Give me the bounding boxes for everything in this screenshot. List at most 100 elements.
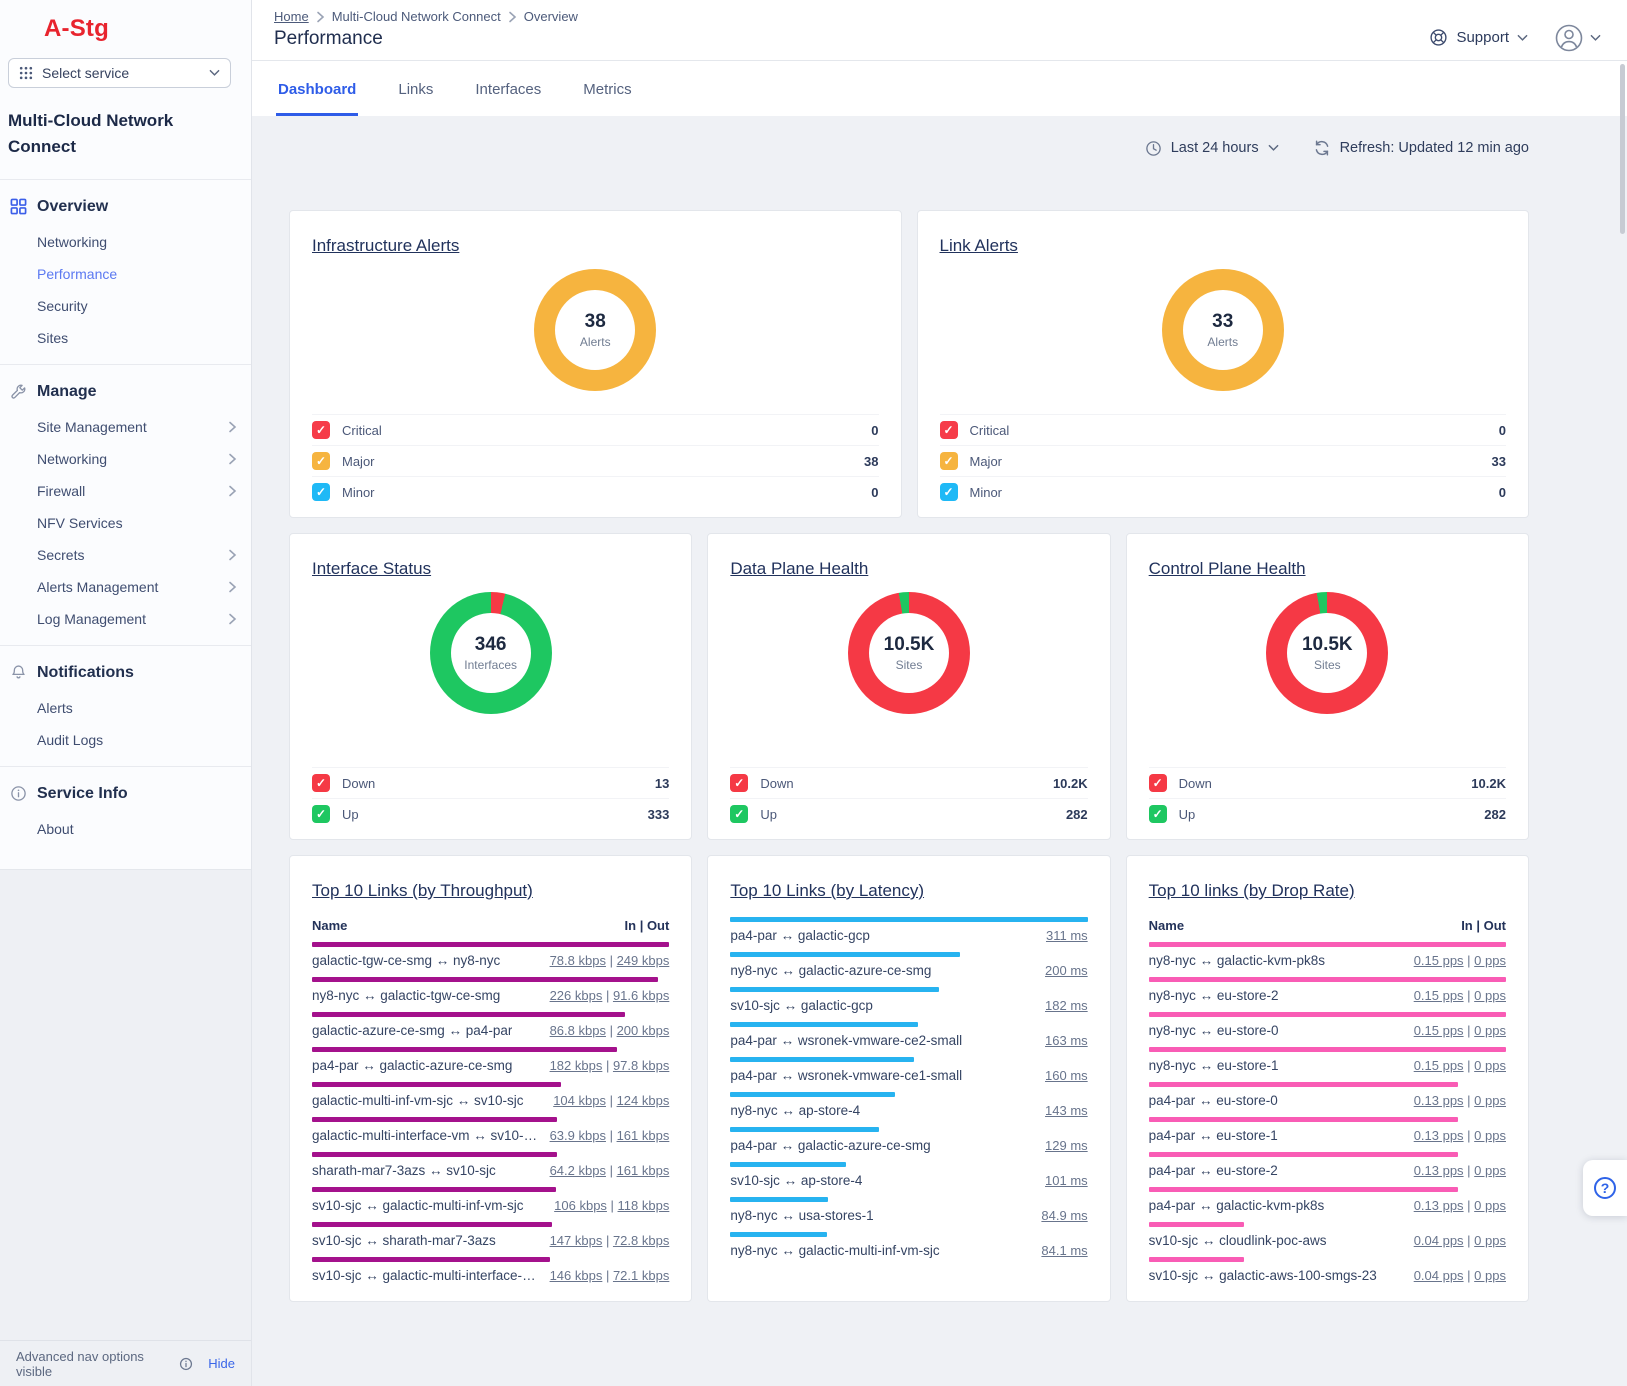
select-service-dropdown[interactable]: Select service (8, 58, 231, 88)
legend-checkbox[interactable]: ✓ (730, 774, 748, 792)
help-button[interactable]: ? (1583, 1160, 1627, 1216)
out-value-link[interactable]: 0 pps (1474, 953, 1506, 968)
legend-checkbox[interactable]: ✓ (1149, 805, 1167, 823)
in-value-link[interactable]: 0.04 pps (1414, 1233, 1464, 1248)
scrollbar-thumb[interactable] (1620, 64, 1625, 234)
in-value-link[interactable]: 86.8 kbps (550, 1023, 606, 1038)
legend-checkbox[interactable]: ✓ (1149, 774, 1167, 792)
legend-checkbox[interactable]: ✓ (312, 452, 330, 470)
out-value-link[interactable]: 0 pps (1474, 1023, 1506, 1038)
card-title-link[interactable]: Infrastructure Alerts (312, 236, 459, 256)
out-value-link[interactable]: 124 kbps (617, 1093, 670, 1108)
in-value-link[interactable]: 182 kbps (550, 1058, 603, 1073)
value-link[interactable]: 160 ms (1045, 1068, 1088, 1083)
sidebar-section-header-manage[interactable]: Manage (0, 371, 251, 411)
in-value-link[interactable]: 0.15 pps (1414, 1023, 1464, 1038)
in-value-link[interactable]: 106 kbps (554, 1198, 607, 1213)
sidebar-item-secrets[interactable]: Secrets (0, 539, 251, 571)
in-value-link[interactable]: 0.15 pps (1414, 1058, 1464, 1073)
time-range-picker[interactable]: Last 24 hours (1145, 140, 1279, 157)
out-value-link[interactable]: 161 kbps (617, 1163, 670, 1178)
value-link[interactable]: 84.1 ms (1041, 1243, 1087, 1258)
in-value-link[interactable]: 0.15 pps (1414, 953, 1464, 968)
in-value-link[interactable]: 0.13 pps (1414, 1163, 1464, 1178)
in-value-link[interactable]: 226 kbps (550, 988, 603, 1003)
sidebar-item-networking[interactable]: Networking (0, 443, 251, 475)
card-title-link[interactable]: Data Plane Health (730, 559, 868, 579)
out-value-link[interactable]: 91.6 kbps (613, 988, 669, 1003)
in-value-link[interactable]: 0.13 pps (1414, 1093, 1464, 1108)
legend-checkbox[interactable]: ✓ (312, 483, 330, 501)
out-value-link[interactable]: 0 pps (1474, 1128, 1506, 1143)
in-value-link[interactable]: 63.9 kbps (550, 1128, 606, 1143)
value-link[interactable]: 200 ms (1045, 963, 1088, 978)
out-value-link[interactable]: 118 kbps (618, 1198, 670, 1213)
value-link[interactable]: 143 ms (1045, 1103, 1088, 1118)
in-value-link[interactable]: 146 kbps (550, 1268, 603, 1283)
legend-checkbox[interactable]: ✓ (940, 421, 958, 439)
card-title-link[interactable]: Top 10 Links (by Throughput) (312, 881, 533, 901)
out-value-link[interactable]: 0 pps (1474, 1198, 1506, 1213)
out-value-link[interactable]: 0 pps (1474, 988, 1506, 1003)
sidebar-item-networking[interactable]: Networking (0, 226, 251, 258)
legend-checkbox[interactable]: ✓ (312, 774, 330, 792)
out-value-link[interactable]: 72.1 kbps (613, 1268, 669, 1283)
card-title-link[interactable]: Interface Status (312, 559, 431, 579)
value-link[interactable]: 129 ms (1045, 1138, 1088, 1153)
out-value-link[interactable]: 0 pps (1474, 1268, 1506, 1283)
legend-checkbox[interactable]: ✓ (940, 452, 958, 470)
legend-checkbox[interactable]: ✓ (730, 805, 748, 823)
out-value-link[interactable]: 97.8 kbps (613, 1058, 669, 1073)
in-value-link[interactable]: 78.8 kbps (550, 953, 606, 968)
out-value-link[interactable]: 161 kbps (617, 1128, 670, 1143)
refresh-button[interactable]: Refresh: Updated 12 min ago (1313, 139, 1529, 157)
value-link[interactable]: 182 ms (1045, 998, 1088, 1013)
sidebar-item-firewall[interactable]: Firewall (0, 475, 251, 507)
legend-checkbox[interactable]: ✓ (940, 483, 958, 501)
in-value-link[interactable]: 147 kbps (550, 1233, 603, 1248)
out-value-link[interactable]: 0 pps (1474, 1058, 1506, 1073)
user-menu[interactable] (1554, 23, 1601, 53)
sidebar-item-audit-logs[interactable]: Audit Logs (0, 724, 251, 756)
value-link[interactable]: 163 ms (1045, 1033, 1088, 1048)
sidebar-item-log-management[interactable]: Log Management (0, 603, 251, 635)
card-title-link[interactable]: Top 10 links (by Drop Rate) (1149, 881, 1355, 901)
out-value-link[interactable]: 0 pps (1474, 1163, 1506, 1178)
value-link[interactable]: 84.9 ms (1041, 1208, 1087, 1223)
in-value-link[interactable]: 64.2 kbps (550, 1163, 606, 1178)
hide-nav-link[interactable]: Hide (208, 1356, 235, 1371)
tab-interfaces[interactable]: Interfaces (473, 61, 543, 116)
tab-dashboard[interactable]: Dashboard (276, 61, 358, 116)
value-link[interactable]: 101 ms (1045, 1173, 1088, 1188)
sidebar-section-header-service-info[interactable]: Service Info (0, 773, 251, 813)
out-value-link[interactable]: 200 kbps (617, 1023, 670, 1038)
in-value-link[interactable]: 0.13 pps (1414, 1198, 1464, 1213)
in-value-link[interactable]: 104 kbps (553, 1093, 606, 1108)
sidebar-item-site-management[interactable]: Site Management (0, 411, 251, 443)
legend-checkbox[interactable]: ✓ (312, 805, 330, 823)
out-value-link[interactable]: 72.8 kbps (613, 1233, 669, 1248)
sidebar-item-alerts[interactable]: Alerts (0, 692, 251, 724)
sidebar-item-security[interactable]: Security (0, 290, 251, 322)
sidebar-item-sites[interactable]: Sites (0, 322, 251, 354)
out-value-link[interactable]: 0 pps (1474, 1093, 1506, 1108)
sidebar-item-about[interactable]: About (0, 813, 251, 845)
value-link[interactable]: 311 ms (1046, 928, 1088, 943)
sidebar-item-alerts-management[interactable]: Alerts Management (0, 571, 251, 603)
tab-metrics[interactable]: Metrics (581, 61, 633, 116)
support-menu[interactable]: Support (1429, 28, 1528, 47)
in-value-link[interactable]: 0.15 pps (1414, 988, 1464, 1003)
legend-checkbox[interactable]: ✓ (312, 421, 330, 439)
out-value-link[interactable]: 249 kbps (617, 953, 670, 968)
sidebar-section-header-overview[interactable]: Overview (0, 186, 251, 226)
card-title-link[interactable]: Control Plane Health (1149, 559, 1306, 579)
in-value-link[interactable]: 0.13 pps (1414, 1128, 1464, 1143)
breadcrumb-item[interactable]: Home (274, 9, 309, 24)
tab-links[interactable]: Links (396, 61, 435, 116)
in-value-link[interactable]: 0.04 pps (1414, 1268, 1464, 1283)
sidebar-section-header-notifications[interactable]: Notifications (0, 652, 251, 692)
card-title-link[interactable]: Link Alerts (940, 236, 1018, 256)
out-value-link[interactable]: 0 pps (1474, 1233, 1506, 1248)
sidebar-item-performance[interactable]: Performance (0, 258, 251, 290)
card-title-link[interactable]: Top 10 Links (by Latency) (730, 881, 924, 901)
